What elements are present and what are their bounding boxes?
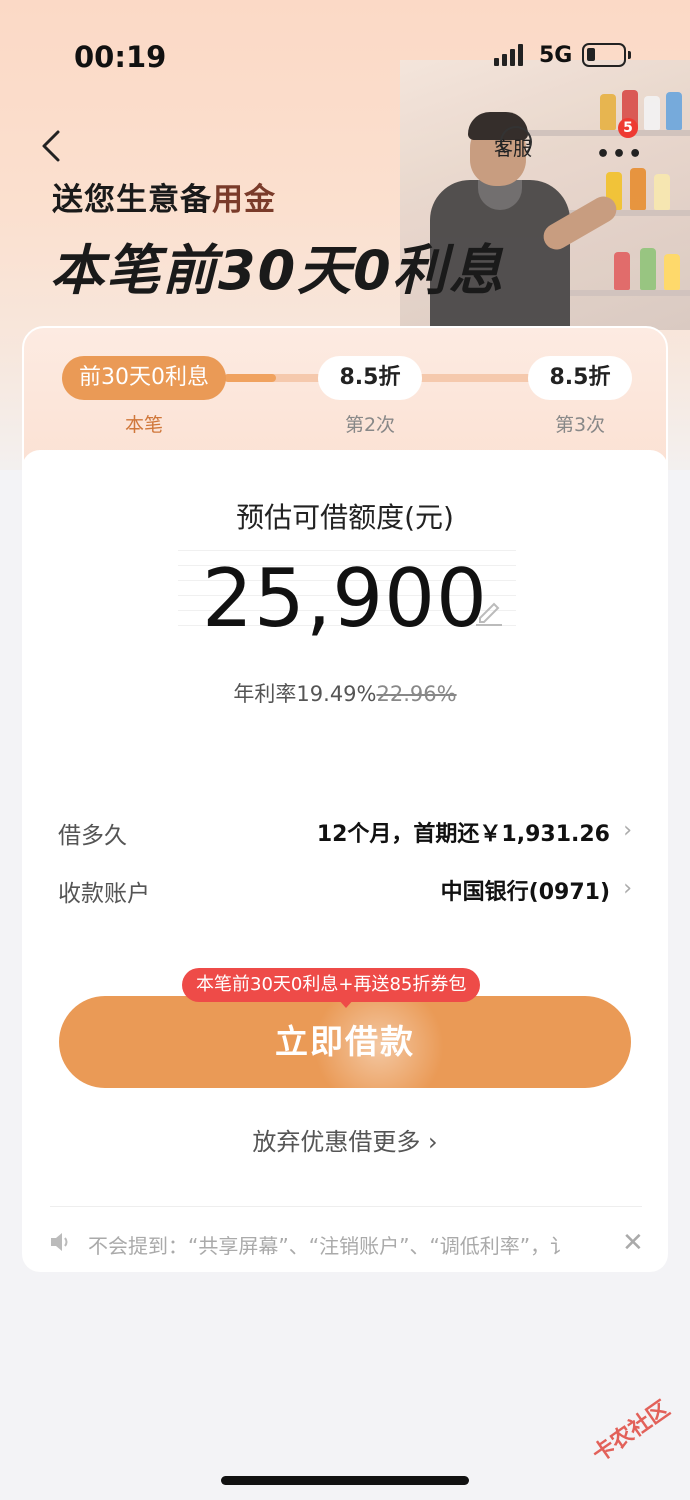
interest-rate: 年利率19.49%22.96% <box>233 682 457 706</box>
loan-term-value: 12个月，首期还￥1,931.26 <box>316 822 610 847</box>
borrow-now-label: 立即借款 <box>275 1022 415 1061</box>
notification-badge: 5 <box>618 118 638 138</box>
amount-caption: 预估可借额度(元) <box>236 501 454 534</box>
back-icon[interactable] <box>38 126 68 166</box>
loan-amount: 25,900 <box>202 552 488 645</box>
promo-title: 本笔前30天0利息 <box>50 239 505 302</box>
notice-text: 不会提到：“共享屏幕”、“注销账户”、“调低利率”，讠 <box>88 1234 571 1258</box>
promo-tip: 本笔前30天0利息+再送85折券包 <box>182 968 481 1002</box>
signal-icon <box>494 44 523 66</box>
chevron-right-icon: › <box>623 818 632 843</box>
loan-card: 预估可借额度(元) 25,900 年利率19.49%22.96% 借多久 12个… <box>22 450 668 1272</box>
step-2-tag: 8.5折 <box>318 356 422 400</box>
step-2-label: 第2次 <box>344 414 396 436</box>
watermark: 卡农社区 <box>588 1396 675 1468</box>
receiving-account-value: 中国银行(0971) <box>440 880 610 905</box>
home-indicator <box>221 1476 469 1485</box>
more-button[interactable]: ••• 5 <box>592 118 645 167</box>
step-1-tag: 前30天0利息 <box>62 356 226 400</box>
promo-subtitle: 送您生意备用金 <box>52 182 276 218</box>
customer-service-label: 客服 <box>494 138 533 160</box>
customer-service-button[interactable]: 客服 <box>494 126 538 166</box>
close-icon[interactable]: ✕ <box>622 1228 644 1258</box>
step-1-label: 本笔 <box>124 414 163 436</box>
step-3-label: 第3次 <box>554 414 606 436</box>
network-label: 5G <box>539 43 573 68</box>
chevron-right-icon: › <box>623 876 632 901</box>
speaker-icon <box>48 1230 74 1254</box>
receiving-account-label: 收款账户 <box>58 881 150 907</box>
original-rate: 22.96% <box>376 682 457 706</box>
give-up-discount-link[interactable]: 放弃优惠借更多 › <box>22 1122 668 1157</box>
more-icon: ••• <box>596 142 645 167</box>
notice-bar: 不会提到：“共享屏幕”、“注销账户”、“调低利率”，讠 ✕ <box>48 1226 648 1260</box>
loan-term-label: 借多久 <box>58 823 127 849</box>
receiving-account-row[interactable]: 收款账户 中国银行(0971) › <box>58 868 632 908</box>
battery-icon <box>582 43 626 67</box>
status-bar: 00:19 5G <box>0 0 690 110</box>
edit-icon[interactable] <box>472 594 506 628</box>
status-time: 00:19 <box>74 40 167 74</box>
borrow-now-button[interactable]: 立即借款 <box>59 996 631 1088</box>
loan-term-row[interactable]: 借多久 12个月，首期还￥1,931.26 › <box>58 810 632 850</box>
step-3-tag: 8.5折 <box>528 356 632 400</box>
